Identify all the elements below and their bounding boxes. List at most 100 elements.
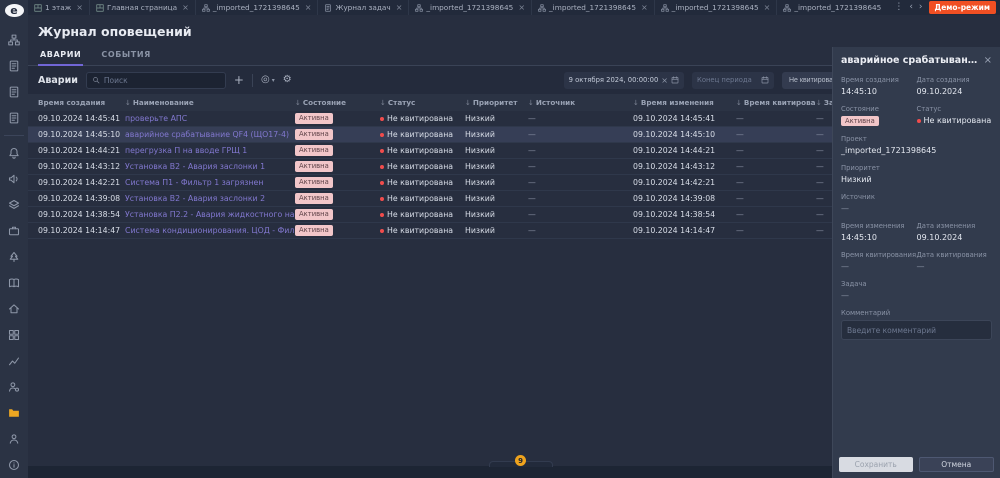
sidebar-item-files[interactable]: [0, 400, 28, 426]
tab-item[interactable]: _imported_1721398645×: [532, 0, 655, 15]
close-tab-icon[interactable]: ×: [182, 3, 189, 12]
column-header[interactable]: ↓Состояние: [295, 98, 380, 107]
tab-label: _imported_1721398645: [672, 3, 759, 12]
cell-value: 09.10.2024 14:45:10: [633, 130, 715, 139]
app-logo[interactable]: e: [5, 4, 24, 17]
column-header[interactable]: ↓Время изменения: [633, 98, 736, 107]
alarm-name-link[interactable]: перегрузка П на вводе ГРЩ 1: [125, 146, 247, 155]
end-date-input[interactable]: [692, 72, 774, 89]
tab-nav-forward-icon[interactable]: ›: [919, 3, 923, 12]
cell-value: 09.10.2024 14:39:08: [38, 194, 120, 203]
field-text: Низкий: [841, 175, 872, 184]
close-tab-icon[interactable]: ×: [764, 3, 771, 12]
status-dot-icon: [380, 197, 384, 201]
sidebar-item-home[interactable]: [0, 296, 28, 322]
sidebar-item-projects[interactable]: [0, 27, 28, 53]
sidebar-item-journal-reports[interactable]: [0, 79, 28, 105]
comment-input[interactable]: [841, 320, 992, 340]
tree-icon: [8, 251, 20, 263]
sort-icon[interactable]: ↓: [816, 99, 822, 107]
tab-item[interactable]: _imported_1721398645×: [196, 0, 319, 15]
sort-icon[interactable]: ↓: [633, 99, 639, 107]
cell-state: Активна: [295, 129, 380, 139]
tab-item[interactable]: Главная страница×: [90, 0, 196, 15]
cell-name: перегрузка П на вводе ГРЩ 1: [125, 146, 295, 155]
close-tab-icon[interactable]: ×: [641, 3, 648, 12]
table-settings-button[interactable]: ⚙: [283, 75, 292, 85]
sidebar-item-library[interactable]: [0, 270, 28, 296]
tab-overflow-icon[interactable]: ⋮: [894, 3, 903, 12]
sidebar-item-layers[interactable]: [0, 192, 28, 218]
ack-mode-button[interactable]: ◎ ▾: [261, 75, 275, 85]
sidebar-item-account[interactable]: [0, 426, 28, 452]
cancel-button[interactable]: Отмена: [919, 457, 995, 472]
sidebar-bottom: [0, 426, 28, 478]
column-header[interactable]: ↓Статус: [380, 98, 465, 107]
sort-icon[interactable]: ↓: [295, 99, 301, 107]
search-field[interactable]: [104, 76, 220, 85]
column-header[interactable]: ↓Источник: [528, 98, 633, 107]
sidebar-item-alarms[interactable]: [0, 140, 28, 166]
sort-icon[interactable]: ↓: [380, 99, 386, 107]
start-date-value: 9 октября 2024, 00:00:00: [569, 76, 659, 84]
cell-value: —: [816, 210, 824, 219]
start-date-filter[interactable]: 9 октября 2024, 00:00:00 ×: [564, 72, 684, 89]
notification-count-badge[interactable]: 9: [515, 455, 526, 466]
cell-value: —: [736, 226, 744, 235]
alarm-name-link[interactable]: Установка В2 - Авария заслонки 1: [125, 162, 265, 171]
comment-field[interactable]: [847, 326, 986, 335]
sidebar-item-announcements[interactable]: [0, 166, 28, 192]
close-tab-icon[interactable]: ×: [518, 3, 525, 12]
cell-value: 09.10.2024 14:42:21: [38, 178, 120, 187]
close-tab-icon[interactable]: ×: [396, 3, 403, 12]
cell-acked: —: [736, 130, 816, 139]
tab-item[interactable]: _imported_1721398645 ×: [655, 0, 778, 15]
tab-item[interactable]: _imported_1721398645×: [409, 0, 532, 15]
cell-state: Активна: [295, 177, 380, 187]
alarm-name-link[interactable]: проверьте АПС: [125, 114, 187, 123]
sidebar-item-journal-pages[interactable]: [0, 53, 28, 79]
sidebar-item-objects[interactable]: [0, 218, 28, 244]
tab-item[interactable]: Журнал задач×: [318, 0, 409, 15]
clear-date-icon[interactable]: ×: [661, 76, 668, 85]
column-header[interactable]: Время создания: [28, 98, 125, 107]
alarm-name-link[interactable]: аварийное срабатывание QF4 (ЩО17-4): [125, 130, 289, 139]
alarm-name-link[interactable]: Система кондиционирования. ЦОД - Фильтр …: [125, 226, 295, 235]
field-text: —: [841, 204, 849, 213]
page-tab[interactable]: АВАРИИ: [38, 46, 83, 66]
tab-item[interactable]: 1 этаж×: [28, 0, 90, 15]
close-tab-icon[interactable]: ×: [305, 3, 312, 12]
sort-icon[interactable]: ↓: [125, 99, 131, 107]
sort-icon[interactable]: ↓: [528, 99, 534, 107]
sidebar-item-about[interactable]: [0, 452, 28, 478]
tab-item[interactable]: _imported_1721398645×: [777, 0, 886, 15]
field-label: Статус: [917, 105, 993, 113]
save-button[interactable]: Сохранить: [839, 457, 913, 472]
cell-name: Установка В2 - Авария заслонки 2: [125, 194, 295, 203]
page-tab[interactable]: СОБЫТИЯ: [99, 46, 153, 66]
close-icon[interactable]: ×: [984, 55, 992, 66]
add-button[interactable]: +: [234, 74, 244, 86]
alarm-name-link[interactable]: Установка В2 - Авария заслонки 2: [125, 194, 265, 203]
sidebar-item-infrastructure[interactable]: [0, 244, 28, 270]
sidebar-item-modules[interactable]: [0, 322, 28, 348]
sidebar-item-administration[interactable]: [0, 374, 28, 400]
alarm-name-link[interactable]: Установка П2.2 - Авария жидкостного нагр…: [125, 210, 295, 219]
column-header[interactable]: ↓Приоритет: [465, 98, 528, 107]
close-tab-icon[interactable]: ×: [76, 3, 83, 12]
column-header[interactable]: ↓Наименование: [125, 98, 295, 107]
sidebar-item-trends[interactable]: [0, 348, 28, 374]
folder-icon: [8, 407, 20, 419]
sort-icon[interactable]: ↓: [736, 99, 742, 107]
column-header[interactable]: ↓Время квитирования: [736, 98, 816, 107]
cell-source: —: [528, 146, 633, 155]
search-input[interactable]: [86, 72, 226, 89]
alarm-name-link[interactable]: Система П1 - Фильтр 1 загрязнен: [125, 178, 263, 187]
sort-icon[interactable]: ↓: [465, 99, 471, 107]
cell-value: —: [736, 210, 744, 219]
tab-nav-back-icon[interactable]: ‹: [909, 3, 913, 12]
panel-field-row: Источник—: [841, 193, 992, 213]
end-date-field[interactable]: [697, 76, 758, 84]
sidebar-item-journal-docs[interactable]: [0, 105, 28, 131]
sidebar-divider: [4, 135, 24, 136]
